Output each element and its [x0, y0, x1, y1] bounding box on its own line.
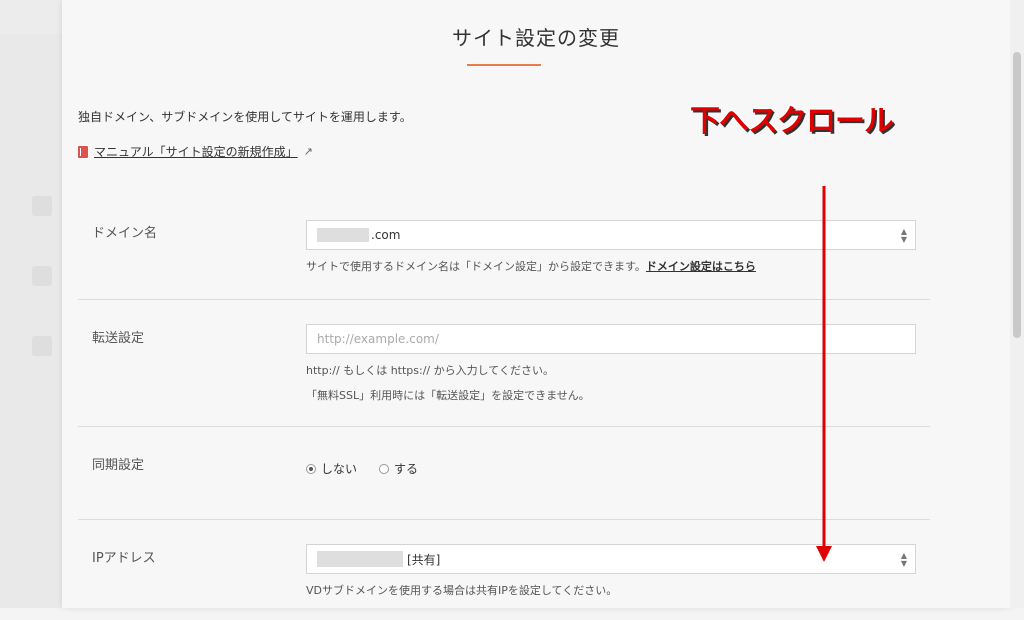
forward-url-placeholder: http://example.com/	[317, 332, 439, 346]
radio-unchecked-icon	[379, 463, 390, 474]
manual-link-row[interactable]: マニュアル「サイト設定の新規作成」 ↗	[78, 143, 313, 160]
sidebar-ghost-icon	[32, 266, 52, 286]
masked-domain	[317, 228, 369, 242]
ip-label: IPアドレス	[92, 551, 156, 566]
modal-title: サイト設定の変更	[452, 26, 620, 50]
domain-label: ドメイン名	[92, 226, 158, 241]
site-settings-modal: サイト設定の変更 独自ドメイン、サブドメインを使用してサイトを運用します。 マニ…	[62, 0, 1010, 608]
form-row-sync: 同期設定 しない する	[78, 427, 930, 520]
masked-ip	[317, 551, 403, 567]
modal-description: 独自ドメイン、サブドメインを使用してサイトを運用します。	[78, 110, 412, 124]
form-row-forward: 転送設定 http://example.com/ http:// もしくは ht…	[78, 300, 930, 427]
sync-radio-off-label: しない	[321, 462, 358, 476]
background-sidebar	[0, 34, 62, 608]
radio-checked-icon	[306, 463, 316, 474]
scrollbar-thumb[interactable]	[1013, 52, 1021, 338]
select-arrows-icon: ▲ ▼	[900, 227, 907, 244]
page-scrollbar[interactable]	[1010, 0, 1024, 608]
title-underline	[467, 64, 541, 66]
book-icon	[78, 145, 88, 158]
scroll-down-arrow-icon	[816, 186, 832, 562]
domain-help-text: サイトで使用するドメイン名は「ドメイン設定」から設定できます。	[306, 260, 646, 273]
form-row-ip: IPアドレス [共有] ▲ ▼ VDサブドメインを使用する場合は共有IPを設定して…	[78, 520, 930, 620]
manual-link[interactable]: マニュアル「サイト設定の新規作成」	[94, 143, 298, 160]
domain-settings-link[interactable]: ドメイン設定はこちら	[646, 260, 756, 273]
domain-value: .com	[371, 228, 401, 242]
select-arrows-icon: ▲ ▼	[900, 551, 907, 568]
sidebar-ghost-icon	[32, 336, 52, 356]
sync-radio-on-label: する	[394, 462, 419, 476]
sync-label: 同期設定	[92, 458, 145, 473]
scroll-down-annotation: 下へスクロール	[690, 104, 894, 139]
ip-value: [共有]	[407, 552, 441, 567]
sync-radio-on[interactable]: する	[379, 460, 418, 477]
ip-help: VDサブドメインを使用する場合は共有IPを設定してください。	[306, 584, 618, 597]
external-link-icon: ↗	[303, 145, 313, 158]
form-row-domain: ドメイン名 .com ▲ ▼ サイトで使用するドメイン名は「ドメイン設定」から設定…	[78, 196, 930, 300]
forward-label: 転送設定	[92, 331, 145, 346]
sidebar-ghost-icon	[32, 196, 52, 216]
sync-radio-off[interactable]: しない	[306, 460, 357, 477]
site-settings-form: ドメイン名 .com ▲ ▼ サイトで使用するドメイン名は「ドメイン設定」から設定…	[78, 196, 930, 620]
